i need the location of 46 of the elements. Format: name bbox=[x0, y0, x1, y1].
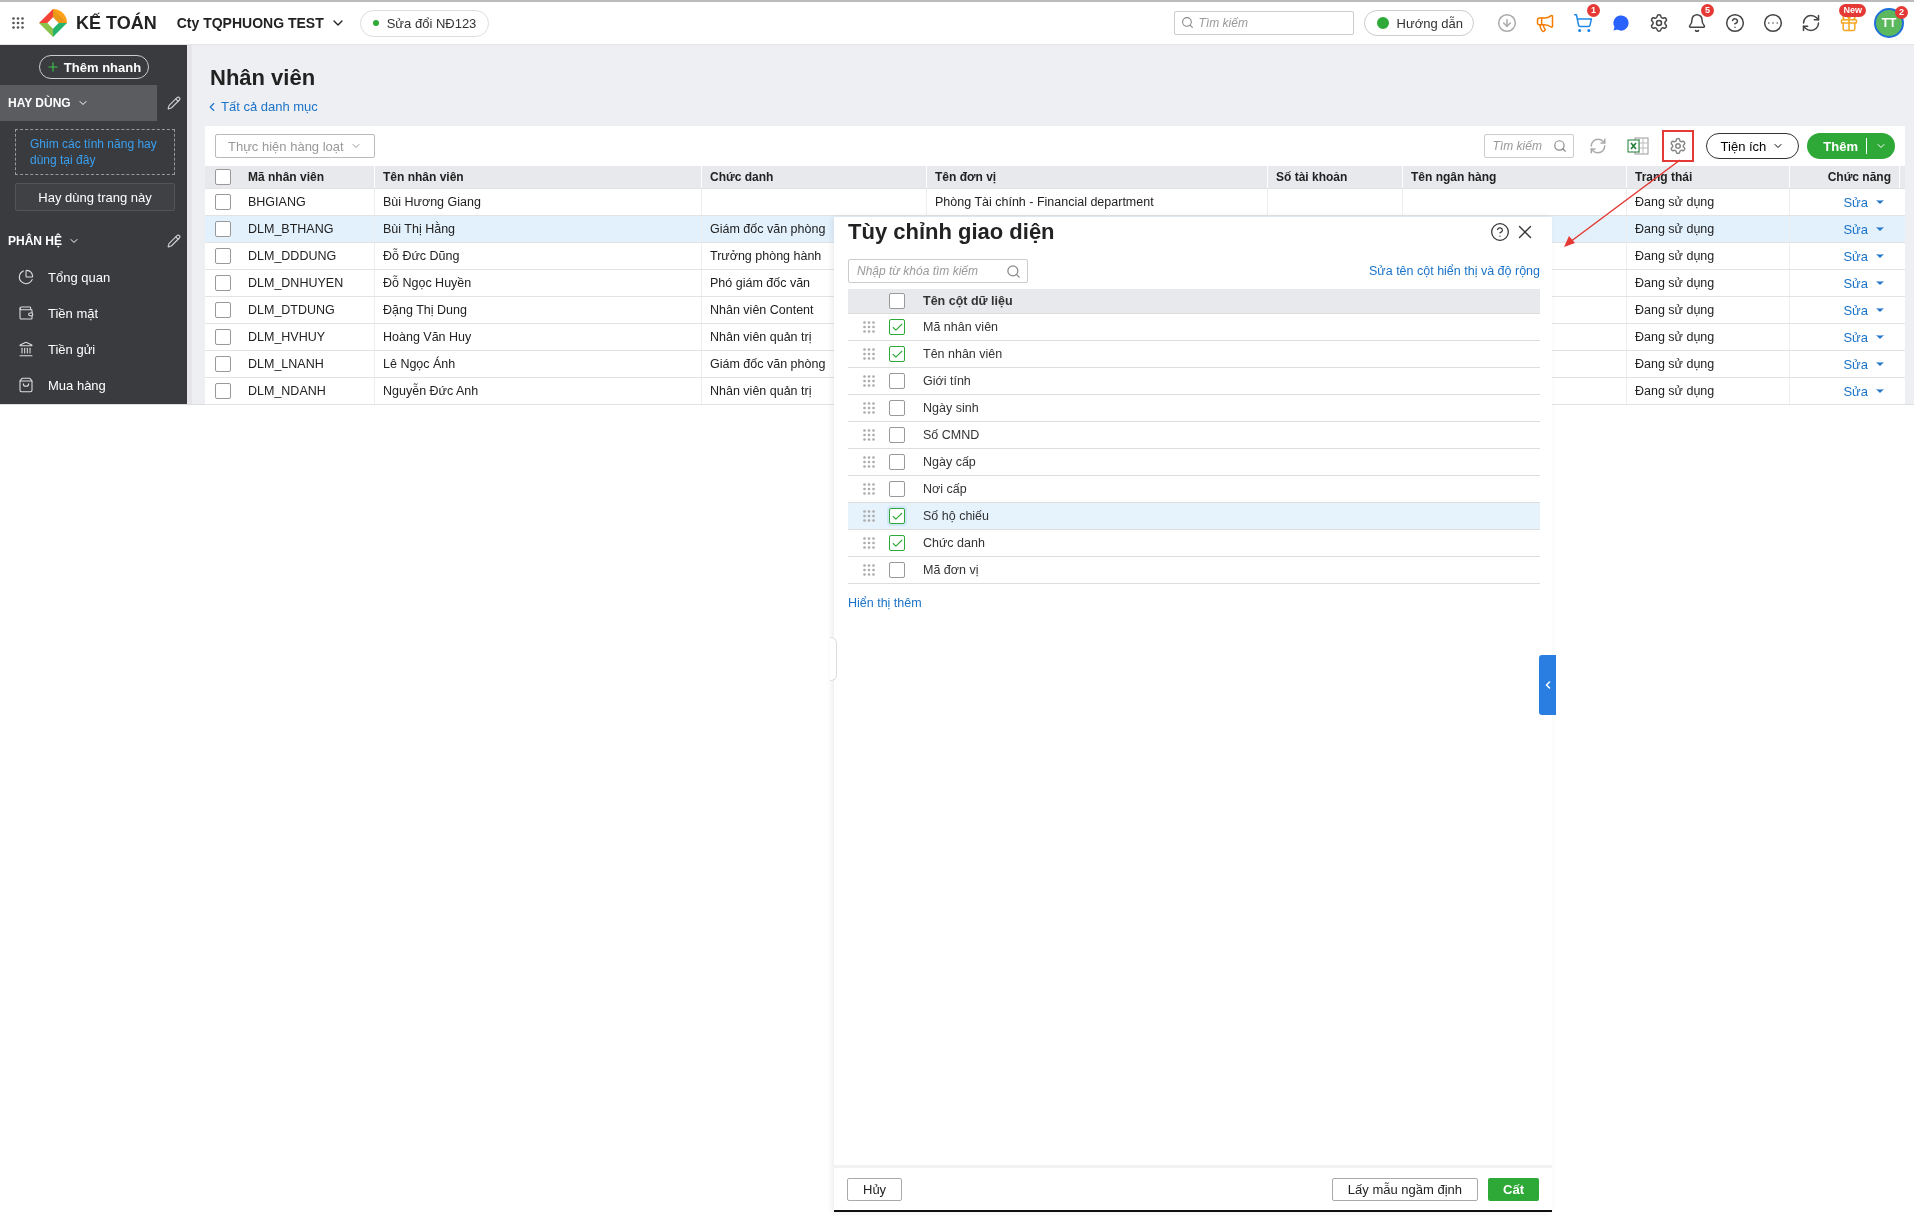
table-cell: Đặng Thị Dung bbox=[375, 297, 702, 323]
column-header: Tên nhân viên bbox=[375, 166, 702, 188]
column-name: Chức danh bbox=[923, 536, 985, 550]
table-cell: BHGIANG bbox=[240, 189, 375, 215]
page-title: Nhân viên bbox=[210, 65, 317, 91]
table-cell: Đang sử dụng bbox=[1627, 270, 1790, 296]
table-cell: Đỗ Ngọc Huyền bbox=[375, 270, 702, 296]
table-cell: Phòng Tài chính - Financial department bbox=[927, 189, 1268, 215]
column-header: Chức năng bbox=[1790, 166, 1900, 188]
table-cell: Đang sử dụng bbox=[1627, 297, 1790, 323]
table-cell: Đang sử dụng bbox=[1627, 378, 1790, 404]
column-name: Ngày cấp bbox=[923, 455, 976, 469]
table-cell: Nguyễn Đức Anh bbox=[375, 378, 702, 404]
notification-badge: 2 bbox=[1895, 6, 1908, 19]
table-cell: Đang sử dụng bbox=[1627, 243, 1790, 269]
table-cell: DLM_HVHUY bbox=[240, 324, 375, 350]
table-cell: Đang sử dụng bbox=[1627, 189, 1790, 215]
column-header: Chức danh bbox=[702, 166, 927, 188]
notification-badge: 1 bbox=[1587, 4, 1600, 17]
table-cell: Đang sử dụng bbox=[1627, 324, 1790, 350]
table-cell: Đang sử dụng bbox=[1627, 351, 1790, 377]
table-cell: DLM_BTHANG bbox=[240, 216, 375, 242]
column-name: Số hộ chiếu bbox=[923, 509, 990, 523]
column-name: Mã đơn vị bbox=[923, 563, 979, 577]
table-cell: Lê Ngọc Ánh bbox=[375, 351, 702, 377]
table-cell: DLM_DDDUNG bbox=[240, 243, 375, 269]
table-cell: DLM_DTDUNG bbox=[240, 297, 375, 323]
column-header: Số tài khoản bbox=[1268, 166, 1403, 188]
notification-badge: New bbox=[1839, 4, 1866, 17]
table-cell: Bùi Hương Giang bbox=[375, 189, 702, 215]
table-cell: DLM_NDANH bbox=[240, 378, 375, 404]
table-cell: DLM_DNHUYEN bbox=[240, 270, 375, 296]
table-cell: Hoàng Văn Huy bbox=[375, 324, 702, 350]
column-name: Nơi cấp bbox=[923, 482, 967, 496]
brand-name: KẾ TOÁN bbox=[76, 12, 157, 34]
table-cell: Đỗ Đức Dũng bbox=[375, 243, 702, 269]
column-name: Số CMND bbox=[923, 428, 980, 442]
column-header: Tên đơn vị bbox=[927, 166, 1268, 188]
column-header: Mã nhân viên bbox=[240, 166, 375, 188]
column-name: Ngày sinh bbox=[923, 401, 979, 415]
table-cell: DLM_LNANH bbox=[240, 351, 375, 377]
table-cell: Bùi Thị Hằng bbox=[375, 216, 702, 242]
notification-badge: 5 bbox=[1701, 4, 1714, 17]
column-header: Tên ngân hàng bbox=[1403, 166, 1627, 188]
table-cell: Đang sử dụng bbox=[1627, 216, 1790, 242]
pin-hint: Ghim các tính năng hay dùng tại đây bbox=[15, 129, 175, 175]
